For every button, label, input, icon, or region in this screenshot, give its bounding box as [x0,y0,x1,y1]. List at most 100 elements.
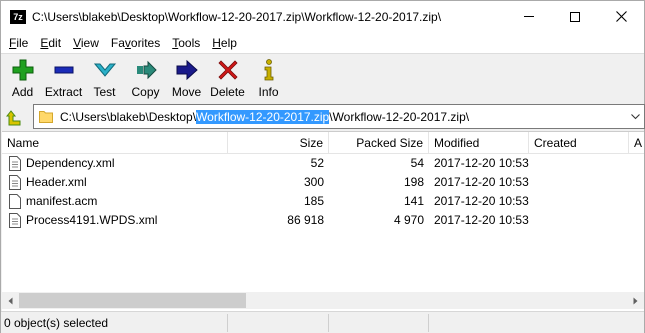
status-bar: 0 object(s) selected [1,311,644,333]
move-button[interactable]: Move [167,54,206,100]
delete-button[interactable]: Delete [208,54,247,100]
table-row[interactable]: Dependency.xml 52 54 2017-12-20 10:53 [2,154,644,173]
menu-help-rest: elp [220,36,237,50]
scrollbar-thumb[interactable] [19,293,246,308]
maximize-icon [570,11,580,22]
status-divider [428,314,429,332]
file-modified: 2017-12-20 10:53 [434,213,529,227]
column-header-size[interactable]: Size [228,132,329,154]
menu-help-accel: H [212,36,221,50]
list-header: Name Size Packed Size Modified Created A [2,132,644,154]
move-label: Move [171,85,202,99]
file-list: Name Size Packed Size Modified Created A… [2,131,644,311]
menu-edit[interactable]: Edit [34,36,67,50]
extract-label: Extract [44,85,83,99]
extract-button[interactable]: Extract [44,54,83,100]
address-dropdown-button[interactable] [627,105,644,128]
address-row: C:\Users\blakeb\Desktop\Workflow-12-20-2… [1,102,645,130]
menu-help[interactable]: Help [206,36,243,50]
menu-file-rest: ile [16,36,29,50]
menu-tools[interactable]: Tools [166,36,206,50]
column-header-modified[interactable]: Modified [429,132,529,154]
app-window: 7z C:\Users\blakeb\Desktop\Workflow-12-2… [0,0,645,333]
menu-favorites[interactable]: Favorites [105,36,166,50]
close-button[interactable] [598,1,644,32]
file-size: 185 [303,194,324,208]
menu-view[interactable]: View [67,36,105,50]
plus-icon [12,59,33,81]
file-name: Dependency.xml [26,156,115,170]
menu-tools-rest: ools [178,36,201,50]
table-row[interactable]: manifest.acm 185 141 2017-12-20 10:53 [2,192,644,211]
table-row[interactable]: Header.xml 300 198 2017-12-20 10:53 [2,173,644,192]
chevron-down-icon [631,113,640,119]
checkmark-icon [93,63,116,77]
scroll-left-button[interactable] [2,292,19,309]
window-title: C:\Users\blakeb\Desktop\Workflow-12-20-2… [32,10,442,24]
file-name: Header.xml [26,175,87,189]
chevron-left-icon [8,297,13,304]
add-button[interactable]: Add [3,54,42,100]
toolbar: Add Extract Test Copy Move Delete Info [1,53,644,101]
menu-file[interactable]: File [3,36,34,50]
add-label: Add [11,85,34,99]
document-icon [9,175,21,190]
scroll-right-button[interactable] [627,292,644,309]
menu-view-accel: V [73,36,81,50]
chevron-right-icon [633,297,638,304]
file-name: Process4191.WPDS.xml [26,213,158,227]
seven-zip-app-icon: 7z [10,10,26,24]
horizontal-scrollbar[interactable] [2,292,644,309]
folder-icon [39,111,53,123]
copy-label: Copy [131,85,160,99]
info-icon [264,59,273,81]
menu-edit-rest: dit [48,36,62,50]
blank-file-icon [9,194,21,209]
info-button[interactable]: Info [249,54,288,100]
up-arrow-icon [6,110,21,126]
file-packed-size: 198 [403,175,424,189]
menu-bar: File Edit View Favorites Tools Help [1,33,644,53]
delete-x-icon [217,60,238,80]
file-size: 52 [310,156,324,170]
up-folder-button[interactable] [4,107,24,127]
minus-icon [54,66,73,74]
document-icon [9,213,21,228]
delete-label: Delete [210,85,245,99]
file-modified: 2017-12-20 10:53 [434,156,529,170]
file-size: 300 [303,175,324,189]
title-bar: 7z C:\Users\blakeb\Desktop\Workflow-12-2… [1,1,644,33]
address-input[interactable]: C:\Users\blakeb\Desktop\Workflow-12-20-2… [33,104,645,129]
menu-favorites-prefix: Fa [110,36,125,50]
file-modified: 2017-12-20 10:53 [434,175,529,189]
status-divider [328,314,329,332]
file-packed-size: 4 970 [393,213,424,227]
copy-arrow-icon [136,60,157,80]
minimize-icon [524,16,534,17]
address-selected-segment: Workflow-12-20-2017.zip [196,110,330,124]
status-divider [227,314,228,332]
column-header-name[interactable]: Name [2,132,228,154]
document-icon [9,156,21,171]
address-path: C:\Users\blakeb\Desktop\Workflow-12-20-2… [60,110,469,124]
file-name: manifest.acm [26,194,98,208]
info-label: Info [258,85,279,99]
file-packed-size: 141 [403,194,424,208]
move-arrow-icon [176,59,198,81]
test-button[interactable]: Test [85,54,124,100]
selection-status: 0 object(s) selected [4,316,109,330]
test-label: Test [93,85,116,99]
close-icon [615,11,627,22]
address-prefix: C:\Users\blakeb\Desktop\ [60,110,197,124]
file-size: 86 918 [287,213,324,227]
minimize-button[interactable] [506,1,552,32]
column-header-created[interactable]: Created [529,132,629,154]
column-header-attributes[interactable]: A [629,132,644,154]
file-modified: 2017-12-20 10:53 [434,194,529,208]
address-suffix: \Workflow-12-20-2017.zip\ [329,110,470,124]
menu-view-rest: iew [80,36,99,50]
maximize-button[interactable] [552,1,598,32]
copy-button[interactable]: Copy [126,54,165,100]
table-row[interactable]: Process4191.WPDS.xml 86 918 4 970 2017-1… [2,211,644,230]
column-header-packed-size[interactable]: Packed Size [329,132,429,154]
